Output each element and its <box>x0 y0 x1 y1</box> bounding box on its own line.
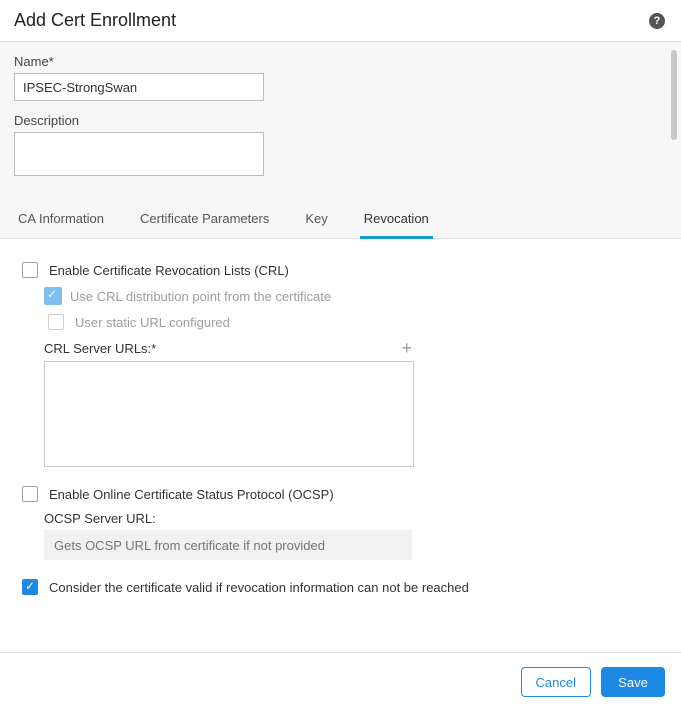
add-crl-url-icon[interactable]: + <box>401 339 412 357</box>
ocsp-server-url-field <box>44 530 412 560</box>
crl-server-urls-list[interactable] <box>44 361 414 467</box>
dialog-titlebar: Add Cert Enrollment ? <box>0 0 681 42</box>
dialog-footer: Cancel Save <box>0 652 681 711</box>
tab-certificate-parameters[interactable]: Certificate Parameters <box>136 201 273 239</box>
user-static-url-label: User static URL configured <box>75 315 230 330</box>
dialog-title: Add Cert Enrollment <box>14 10 176 31</box>
tabs: CA Information Certificate Parameters Ke… <box>0 201 681 239</box>
name-field[interactable] <box>14 73 264 101</box>
enable-crl-label: Enable Certificate Revocation Lists (CRL… <box>49 263 289 278</box>
enable-ocsp-label: Enable Online Certificate Status Protoco… <box>49 487 334 502</box>
tab-ca-information[interactable]: CA Information <box>14 201 108 239</box>
consider-valid-checkbox[interactable] <box>22 579 38 595</box>
save-button[interactable]: Save <box>601 667 665 697</box>
user-static-url-checkbox <box>48 314 64 330</box>
description-label: Description <box>14 113 667 128</box>
name-label: Name* <box>14 54 667 69</box>
crl-server-urls-label: CRL Server URLs:* <box>44 341 156 356</box>
ocsp-server-url-label: OCSP Server URL: <box>44 511 663 526</box>
enable-crl-checkbox[interactable] <box>22 262 38 278</box>
dialog-body: Name* Description CA Information Certifi… <box>0 42 681 652</box>
add-cert-enrollment-dialog: Add Cert Enrollment ? Name* Description … <box>0 0 681 711</box>
help-icon[interactable]: ? <box>649 13 665 29</box>
description-field[interactable] <box>14 132 264 176</box>
revocation-panel: Enable Certificate Revocation Lists (CRL… <box>0 239 681 652</box>
use-crl-dist-checkbox[interactable] <box>44 287 62 305</box>
consider-valid-label: Consider the certificate valid if revoca… <box>49 580 469 595</box>
tab-revocation[interactable]: Revocation <box>360 201 433 239</box>
enable-ocsp-checkbox[interactable] <box>22 486 38 502</box>
cancel-button[interactable]: Cancel <box>521 667 591 697</box>
use-crl-dist-label: Use CRL distribution point from the cert… <box>70 289 331 304</box>
tab-key[interactable]: Key <box>301 201 331 239</box>
scrollbar-thumb[interactable] <box>671 50 677 140</box>
